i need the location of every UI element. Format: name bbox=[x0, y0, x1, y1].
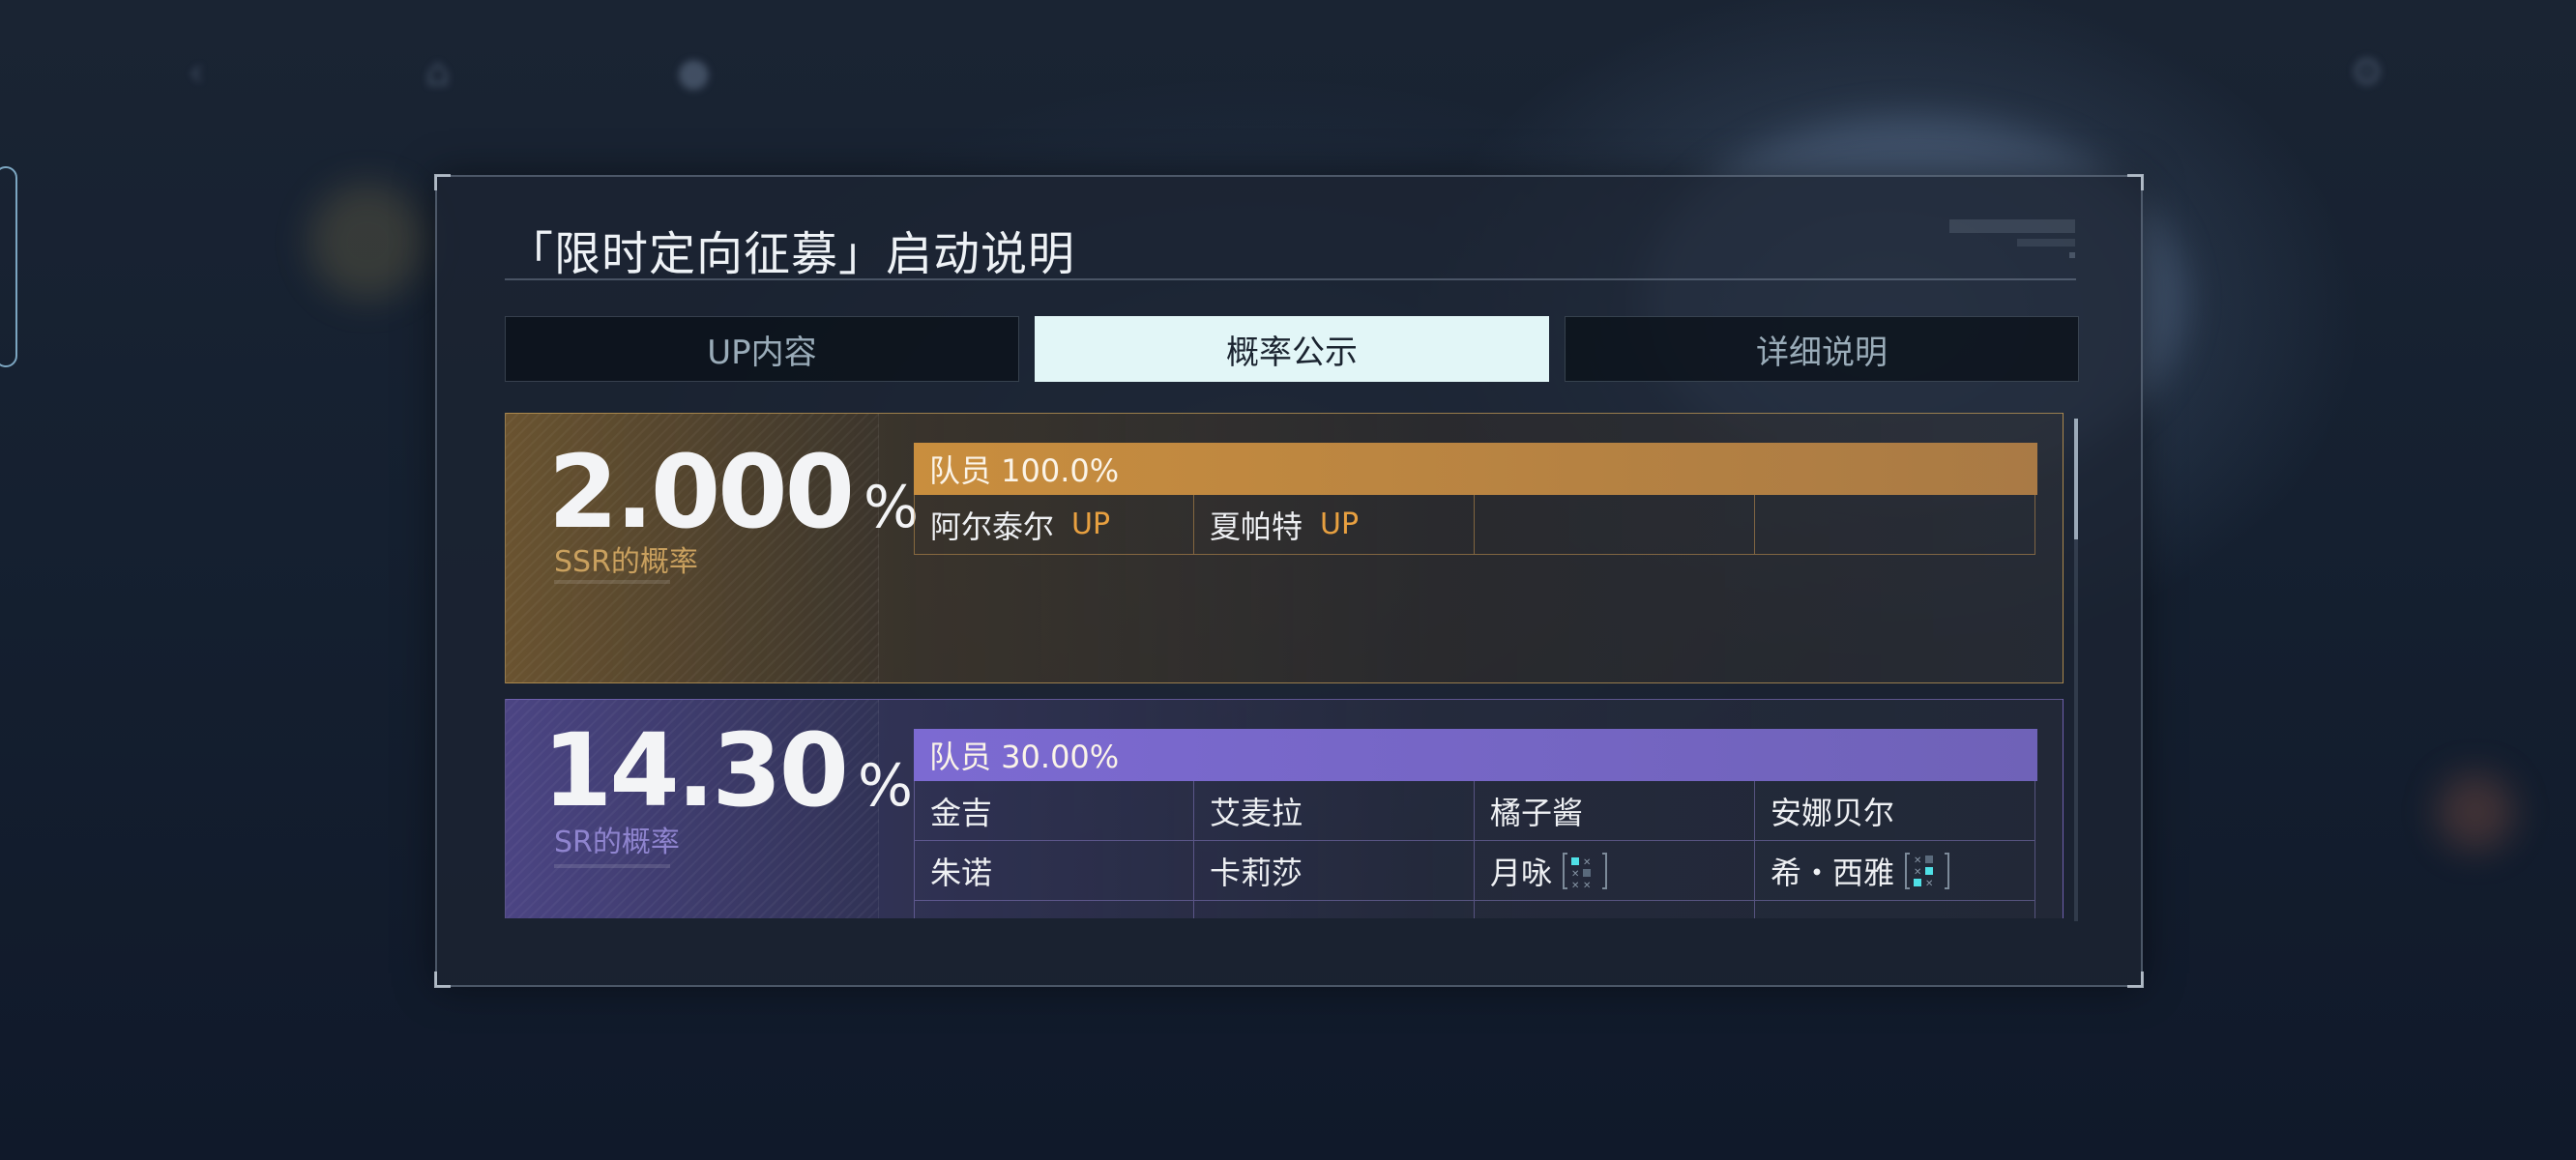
dialog-corner bbox=[434, 174, 451, 190]
member-cell: 希・西雅 ✕ ✕ ✕ bbox=[1755, 841, 2035, 901]
tab-bar: UP内容 概率公示 详细说明 bbox=[505, 316, 2079, 382]
member-cell bbox=[1755, 901, 2035, 918]
ssr-rate-value: 2.000% bbox=[548, 433, 919, 551]
member-cell: 橘子酱 bbox=[1475, 781, 1755, 841]
up-badge: UP bbox=[1320, 508, 1360, 541]
side-drawer-handle[interactable] bbox=[0, 166, 17, 367]
member-cell: 月咏 ✕ ✕ ✕ ✕ bbox=[1475, 841, 1755, 901]
svg-text:✕: ✕ bbox=[1583, 857, 1591, 868]
member-name: 艾麦拉 bbox=[1210, 794, 1303, 831]
member-cell: 安娜贝尔 bbox=[1755, 781, 2035, 841]
ssr-member-grid: 队员 100.0% 阿尔泰尔 UP 夏帕特 UP bbox=[914, 443, 2037, 555]
member-name: 安娜贝尔 bbox=[1771, 794, 1895, 831]
scrollbar-thumb[interactable] bbox=[2074, 419, 2078, 539]
tab-details[interactable]: 详细说明 bbox=[1565, 316, 2079, 382]
svg-text:✕: ✕ bbox=[1583, 881, 1591, 891]
sr-member-grid: 队员 30.00% 金吉 艾麦拉 橘子酱 安娜贝尔 朱诺 卡莉莎 月咏 ✕ ✕ … bbox=[914, 729, 2037, 918]
tab-up-content[interactable]: UP内容 bbox=[505, 316, 1019, 382]
member-cell: 朱诺 bbox=[914, 841, 1194, 901]
title-divider bbox=[505, 278, 2076, 280]
tab-probability[interactable]: 概率公示 bbox=[1035, 316, 1549, 382]
member-cell: 夏帕特 UP bbox=[1194, 495, 1475, 555]
ssr-rate-label: SSR的概率 bbox=[554, 545, 698, 579]
gear-icon: ⚙ bbox=[2350, 50, 2385, 95]
sr-rate-value: 14.30% bbox=[542, 711, 913, 829]
member-name: 希・西雅 bbox=[1771, 854, 1895, 891]
home-icon: ⌂ bbox=[425, 50, 451, 95]
dialog-corner bbox=[2127, 174, 2144, 190]
svg-text:✕: ✕ bbox=[1925, 879, 1933, 889]
dialog-corner bbox=[2127, 972, 2144, 988]
scrollbar[interactable] bbox=[2074, 419, 2078, 921]
back-icon: ‹ bbox=[189, 50, 204, 95]
sr-group-header: 队员 30.00% bbox=[914, 729, 2037, 781]
table-row: 朱诺 卡莉莎 月咏 ✕ ✕ ✕ ✕ 希・西雅 ✕ ✕ ✕ bbox=[914, 841, 2037, 901]
member-cell bbox=[1475, 901, 1755, 918]
svg-text:✕: ✕ bbox=[1571, 869, 1579, 880]
svg-text:✕: ✕ bbox=[1914, 856, 1921, 866]
member-name: 橘子酱 bbox=[1490, 794, 1584, 831]
profile-icon: ● bbox=[677, 50, 711, 95]
member-cell bbox=[1755, 495, 2035, 555]
ssr-rate-panel: 2.000% SSR的概率 bbox=[506, 414, 919, 682]
sr-rate-number: 14.30 bbox=[542, 711, 849, 829]
member-cell bbox=[914, 901, 1194, 918]
svg-text:✕: ✕ bbox=[1571, 881, 1579, 891]
background-topbar: ‹ ⌂ ● ⚙ bbox=[0, 29, 2576, 116]
decorative-line bbox=[554, 580, 670, 584]
sr-rate-label: SR的概率 bbox=[554, 826, 680, 859]
recruit-info-dialog: 「限时定向征募」启动说明 UP内容 概率公示 详细说明 2.000% SSR的概… bbox=[434, 174, 2144, 988]
ssr-rate-card: 2.000% SSR的概率 队员 100.0% 阿尔泰尔 UP 夏帕特 UP bbox=[505, 413, 2064, 683]
ssr-rate-number: 2.000 bbox=[548, 433, 855, 551]
decorative-mark bbox=[1942, 218, 2075, 260]
svg-text:✕: ✕ bbox=[1914, 867, 1921, 878]
member-name: 朱诺 bbox=[930, 854, 993, 891]
element-grid-icon: ✕ ✕ ✕ bbox=[1904, 850, 1950, 892]
member-name: 金吉 bbox=[930, 794, 993, 831]
member-name: 卡莉莎 bbox=[1210, 854, 1303, 891]
member-cell: 阿尔泰尔 UP bbox=[914, 495, 1194, 555]
member-name: 阿尔泰尔 bbox=[930, 508, 1055, 545]
sr-rate-panel: 14.30% SR的概率 bbox=[506, 700, 913, 918]
background-glow bbox=[309, 184, 425, 300]
member-cell: 艾麦拉 bbox=[1194, 781, 1475, 841]
up-badge: UP bbox=[1071, 508, 1111, 541]
member-cell bbox=[1194, 901, 1475, 918]
background-glow bbox=[2437, 773, 2514, 851]
table-row: 阿尔泰尔 UP 夏帕特 UP bbox=[914, 495, 2037, 555]
member-name: 夏帕特 bbox=[1210, 508, 1303, 545]
element-grid-icon: ✕ ✕ ✕ ✕ bbox=[1562, 850, 1608, 892]
sr-rate-card: 14.30% SR的概率 队员 30.00% 金吉 艾麦拉 橘子酱 安娜贝尔 朱… bbox=[505, 699, 2064, 918]
decorative-line bbox=[554, 864, 670, 868]
dialog-corner bbox=[434, 972, 451, 988]
probability-list[interactable]: 2.000% SSR的概率 队员 100.0% 阿尔泰尔 UP 夏帕特 UP 1… bbox=[505, 413, 2064, 918]
member-cell: 金吉 bbox=[914, 781, 1194, 841]
member-cell: 卡莉莎 bbox=[1194, 841, 1475, 901]
member-cell bbox=[1475, 495, 1755, 555]
member-name: 月咏 bbox=[1490, 854, 1553, 891]
table-row: 金吉 艾麦拉 橘子酱 安娜贝尔 bbox=[914, 781, 2037, 841]
table-row bbox=[914, 901, 2037, 918]
sr-rate-unit: % bbox=[857, 752, 913, 820]
ssr-rate-unit: % bbox=[863, 474, 919, 541]
dialog-title: 「限时定向征募」启动说明 bbox=[507, 227, 1076, 281]
ssr-group-header: 队员 100.0% bbox=[914, 443, 2037, 495]
